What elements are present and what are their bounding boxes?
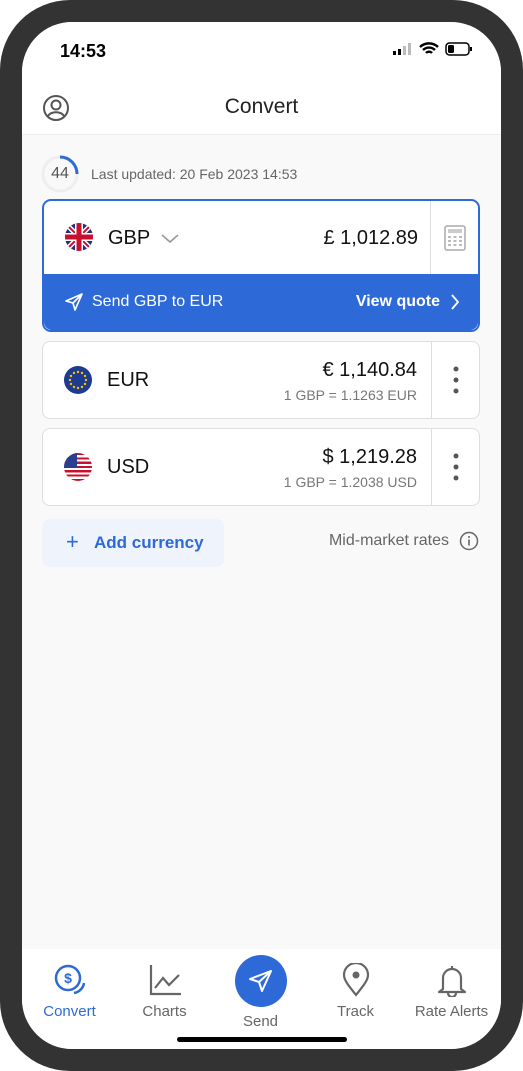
us-flag-icon	[64, 453, 92, 481]
more-vertical-icon	[453, 453, 458, 481]
wifi-icon	[419, 42, 439, 54]
nav-charts[interactable]: Charts	[117, 963, 212, 1020]
send-quote-bar[interactable]: Send GBP to EUR View quote	[44, 274, 478, 330]
location-pin-icon	[342, 963, 369, 997]
currency-amount[interactable]: $ 1,219.28	[322, 446, 417, 469]
currency-code: USD	[107, 456, 150, 478]
refresh-countdown[interactable]: 44	[41, 155, 79, 193]
status-bar: 14:53	[22, 22, 501, 82]
currency-rate: 1 GBP = 1.2038 USD	[283, 474, 417, 490]
countdown-value: 44	[51, 165, 69, 182]
currency-amount[interactable]: € 1,140.84	[322, 359, 417, 382]
more-options-button[interactable]	[431, 342, 479, 418]
currency-row[interactable]: EUR € 1,140.84 1 GBP = 1.1263 EUR	[42, 341, 480, 419]
more-options-button[interactable]	[431, 429, 479, 505]
info-icon	[459, 531, 479, 551]
phone-frame: 14:53 Convert 44 Last updated: 20 Feb 20…	[0, 0, 523, 1071]
signal-icon	[393, 43, 411, 55]
send-label: Send GBP to EUR	[92, 293, 224, 310]
nav-label: Convert	[43, 1003, 96, 1020]
uk-flag-icon	[65, 223, 93, 251]
calculator-button[interactable]	[430, 201, 478, 274]
bottom-nav: $ Convert Charts Send Track Rate Alerts	[22, 949, 501, 1049]
mid-market-label: Mid-market rates	[328, 532, 449, 549]
send-icon	[65, 293, 83, 311]
chevron-down-icon	[161, 234, 179, 244]
base-amount-input[interactable]: £ 1,012.89	[323, 227, 418, 250]
base-currency-select[interactable]: GBP	[108, 227, 179, 250]
more-vertical-icon	[453, 366, 458, 394]
home-indicator[interactable]	[177, 1037, 347, 1042]
line-chart-icon	[149, 965, 181, 996]
nav-label: Rate Alerts	[414, 1003, 489, 1020]
nav-send[interactable]: Send	[213, 955, 308, 1030]
currency-coin-icon: $	[54, 964, 85, 995]
calculator-icon	[443, 224, 466, 251]
nav-convert[interactable]: $ Convert	[22, 963, 117, 1020]
nav-label: Charts	[142, 1003, 187, 1020]
add-currency-label: Add currency	[94, 533, 204, 552]
base-currency-code: GBP	[108, 227, 150, 249]
nav-rate-alerts[interactable]: Rate Alerts	[404, 963, 499, 1020]
app-header: Convert	[22, 82, 501, 135]
currency-code: EUR	[107, 369, 150, 391]
currency-row[interactable]: USD $ 1,219.28 1 GBP = 1.2038 USD	[42, 428, 480, 506]
nav-track[interactable]: Track	[308, 963, 403, 1020]
screen: 14:53 Convert 44 Last updated: 20 Feb 20…	[22, 22, 501, 1049]
eu-flag-icon	[64, 366, 92, 394]
mid-market-rates-link[interactable]: Mid-market rates	[329, 531, 479, 551]
last-updated: Last updated: 20 Feb 2023 14:53	[91, 166, 298, 182]
view-quote-button[interactable]: View quote	[356, 293, 440, 311]
currency-rate: 1 GBP = 1.1263 EUR	[283, 387, 417, 403]
nav-label: Track	[337, 1003, 374, 1020]
send-circle-icon	[234, 955, 287, 1007]
page-title: Convert	[224, 95, 299, 118]
bell-icon	[437, 966, 466, 997]
svg-text:$: $	[64, 970, 72, 986]
base-currency-card: GBP £ 1,012.89 Send GBP to EUR View quot…	[42, 199, 480, 332]
plus-icon: +	[66, 529, 79, 554]
add-currency-button[interactable]: + Add currency	[42, 519, 224, 567]
status-time: 14:53	[60, 41, 107, 61]
nav-label: Send	[242, 1013, 279, 1030]
battery-icon	[445, 42, 472, 56]
chevron-right-icon	[451, 294, 460, 310]
